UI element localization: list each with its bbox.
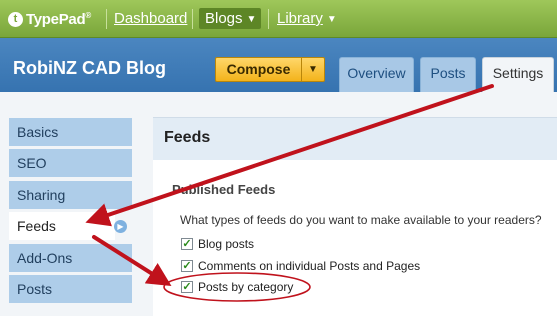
sidebar-item-posts[interactable]: Posts — [9, 275, 132, 303]
blog-posts-checkbox[interactable]: ✓ — [181, 238, 193, 250]
blogs-menu-button[interactable]: Blogs ▼ — [199, 8, 261, 29]
sidebar-item-add-ons[interactable]: Add-Ons — [9, 244, 132, 272]
option-comments[interactable]: ✓ Comments on individual Posts and Pages — [181, 258, 420, 274]
posts-by-category-checkbox[interactable]: ✓ — [181, 281, 193, 293]
posts-by-category-label: Posts by category — [198, 280, 294, 294]
comments-label: Comments on individual Posts and Pages — [198, 259, 421, 273]
nav-divider — [268, 9, 269, 29]
typepad-logo-text: TypePad® — [26, 11, 91, 28]
library-menu-label: Library — [277, 10, 323, 27]
chevron-down-icon: ▼ — [326, 14, 337, 25]
dashboard-link[interactable]: Dashboard — [114, 9, 187, 29]
blogs-menu-label: Blogs — [205, 10, 243, 27]
section-title: Feeds — [164, 129, 211, 146]
option-posts-by-category[interactable]: ✓ Posts by category — [181, 279, 293, 295]
compose-dropdown-icon[interactable]: ▼ — [301, 58, 324, 81]
logo-wordmark: TypePad — [26, 10, 86, 28]
compose-label: Compose — [226, 61, 291, 77]
sidebar-item-feeds[interactable]: Feeds — [9, 212, 115, 240]
blog-title: RobiNZ CAD Blog — [13, 58, 166, 78]
feeds-question: What types of feeds do you want to make … — [180, 213, 542, 227]
blog-header: RobiNZ CAD Blog Compose ▼ Overview Posts… — [0, 38, 557, 93]
settings-sidebar: Basics SEO Sharing Feeds Add-Ons Posts — [0, 92, 150, 316]
compose-button[interactable]: Compose ▼ — [215, 57, 325, 82]
logo-registered-mark: ® — [85, 10, 91, 20]
active-item-arrow-icon: ▶ — [114, 220, 127, 233]
nav-divider — [106, 9, 107, 29]
comments-checkbox[interactable]: ✓ — [181, 260, 193, 272]
option-blog-posts[interactable]: ✓ Blog posts — [181, 236, 254, 252]
typepad-logo-icon: t — [8, 11, 23, 27]
section-header: Feeds — [153, 117, 557, 160]
sidebar-item-sharing[interactable]: Sharing — [9, 181, 132, 209]
tab-settings[interactable]: Settings — [482, 57, 554, 93]
chevron-down-icon: ▼ — [246, 14, 257, 25]
top-nav-bar: t TypePad® Dashboard Blogs ▼ Library ▼ — [0, 0, 557, 38]
published-feeds-heading: Published Feeds — [172, 182, 276, 197]
nav-divider — [192, 9, 193, 29]
sidebar-item-basics[interactable]: Basics — [9, 118, 132, 146]
tab-posts[interactable]: Posts — [420, 57, 476, 92]
typepad-logo[interactable]: t TypePad® — [8, 9, 91, 29]
sidebar-item-seo[interactable]: SEO — [9, 149, 132, 177]
tab-overview[interactable]: Overview — [339, 57, 414, 92]
library-menu-button[interactable]: Library ▼ — [277, 9, 337, 29]
blog-posts-label: Blog posts — [198, 237, 255, 251]
